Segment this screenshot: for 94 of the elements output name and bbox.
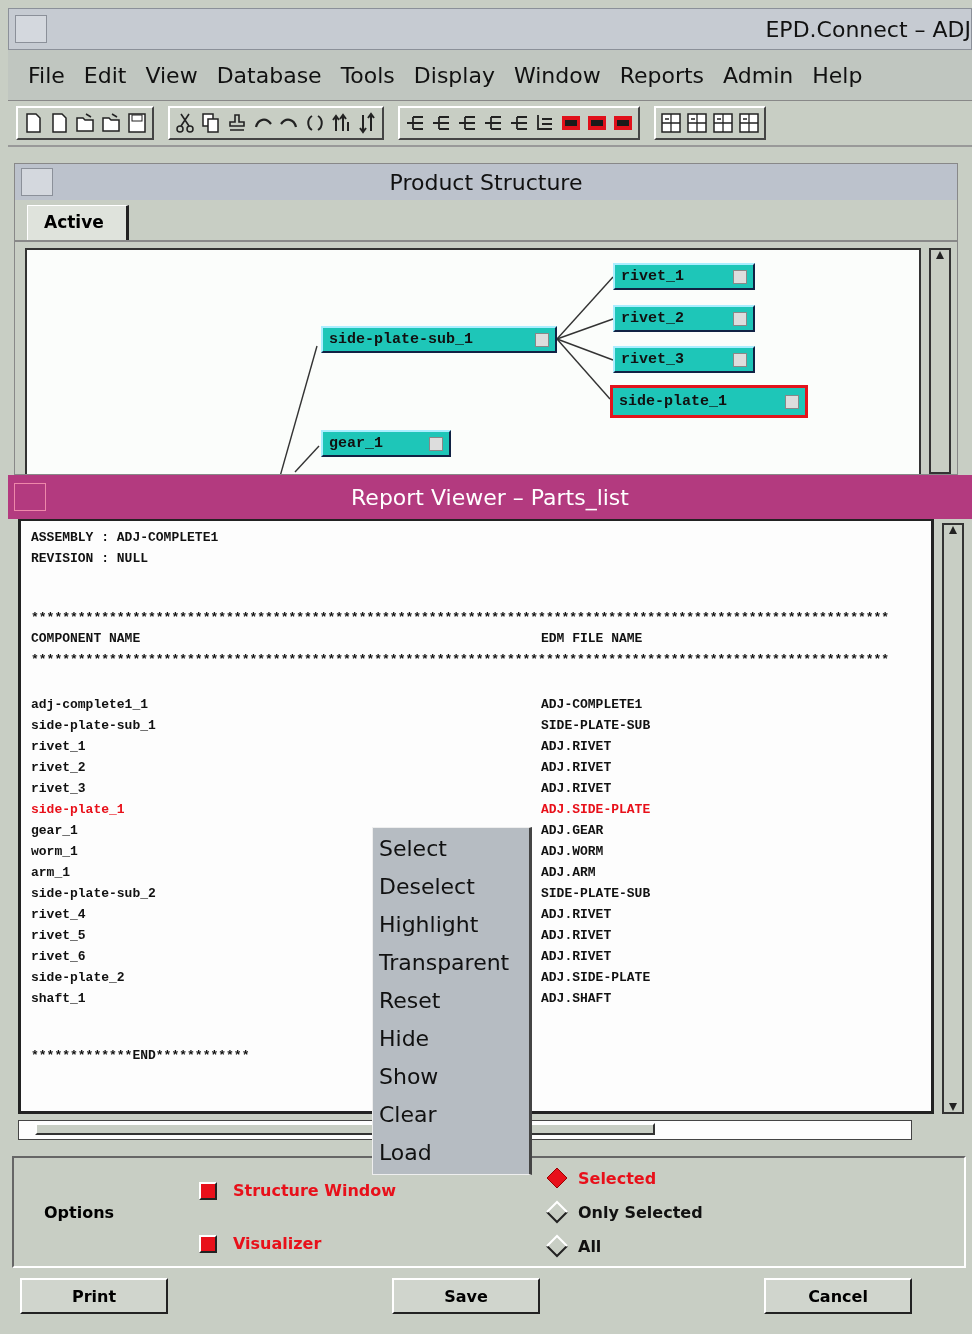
- component-name[interactable]: arm_1: [31, 862, 70, 883]
- dialog-button[interactable]: Cancel: [764, 1278, 912, 1314]
- file-name: SIDE-PLATE-SUB: [541, 717, 651, 735]
- component-name[interactable]: side-plate-sub_2: [31, 883, 156, 904]
- menu-item[interactable]: Clear: [379, 1096, 529, 1134]
- asterisk-rule: **************************************************************************************************************: [31, 651, 891, 669]
- report-title: Report Viewer – Parts_list: [350, 484, 630, 510]
- radio-label: Only Selected: [578, 1202, 703, 1222]
- radio-label: All: [578, 1236, 602, 1256]
- column-header: COMPONENT NAME: [31, 630, 141, 648]
- report-end-line: *************END************: [31, 1048, 250, 1063]
- vertical-scrollbar[interactable]: [942, 523, 964, 1114]
- menu-item[interactable]: Database: [216, 62, 322, 88]
- column-header: EDM FILE NAME: [541, 630, 643, 648]
- file-name: ADJ.RIVET: [541, 906, 612, 924]
- file-name: ADJ.RIVET: [541, 927, 612, 945]
- menu-item[interactable]: Highlight: [379, 906, 529, 944]
- checkbox[interactable]: [199, 1234, 217, 1253]
- menu-item[interactable]: Tools: [340, 62, 395, 88]
- file-name: ADJ.SHAFT: [541, 990, 612, 1008]
- file-name: ADJ.RIVET: [541, 738, 612, 756]
- component-name[interactable]: side-plate_2: [31, 967, 125, 988]
- folder-icon[interactable]: [74, 111, 96, 135]
- grid-icon[interactable]: [712, 111, 734, 135]
- tree-node[interactable]: rivet_2: [613, 305, 755, 332]
- up-arrow-icon[interactable]: [948, 525, 958, 535]
- menu-item[interactable]: Show: [379, 1058, 529, 1096]
- checkbox-label: Visualizer: [233, 1234, 322, 1253]
- checkbox-label: Structure Window: [233, 1181, 397, 1200]
- folder-icon[interactable]: [100, 111, 122, 135]
- sort-icon[interactable]: [356, 111, 378, 135]
- component-name[interactable]: side-plate-sub_1: [31, 715, 156, 736]
- down-arrow-icon[interactable]: [948, 1102, 958, 1112]
- panel-title: Product Structure: [388, 169, 584, 195]
- menu-item[interactable]: Edit: [83, 62, 127, 88]
- component-name[interactable]: rivet_5: [31, 925, 86, 946]
- menu-item[interactable]: Window: [513, 62, 601, 88]
- tree-node[interactable]: gear_1: [321, 430, 451, 457]
- menu-item[interactable]: Display: [413, 62, 495, 88]
- component-name[interactable]: rivet_2: [31, 757, 86, 778]
- radio-button[interactable]: [544, 1200, 570, 1224]
- tree-node[interactable]: side-plate-sub_1: [321, 326, 557, 353]
- component-name[interactable]: gear_1: [31, 820, 78, 841]
- component-name[interactable]: rivet_3: [31, 778, 86, 799]
- file-name: ADJ-COMPLETE1: [541, 696, 643, 714]
- menu-item[interactable]: Reports: [619, 62, 705, 88]
- menu-item[interactable]: Transparent: [379, 944, 529, 982]
- menu-item[interactable]: Help: [812, 62, 863, 88]
- file-name: ADJ.WORM: [541, 843, 604, 861]
- dialog-button[interactable]: Save: [392, 1278, 540, 1314]
- menu-item[interactable]: Select: [379, 830, 529, 868]
- scissors-icon[interactable]: [174, 111, 196, 135]
- file-name: ADJ.RIVET: [541, 948, 612, 966]
- options-label: Options: [43, 1202, 116, 1222]
- component-name[interactable]: side-plate_1: [31, 799, 125, 820]
- tree-node[interactable]: rivet_1: [613, 263, 755, 290]
- file-name: ADJ.ARM: [541, 864, 596, 882]
- component-name[interactable]: rivet_6: [31, 946, 86, 967]
- menu-item[interactable]: View: [145, 62, 198, 88]
- menu-item[interactable]: Hide: [379, 1020, 529, 1058]
- up-arrow-icon[interactable]: [935, 250, 945, 260]
- file-name: ADJ.GEAR: [541, 822, 604, 840]
- grid-icon[interactable]: [660, 111, 682, 135]
- menu-item[interactable]: Load: [379, 1134, 529, 1172]
- file-name: ADJ.RIVET: [541, 759, 612, 777]
- grid-icon[interactable]: [738, 111, 760, 135]
- radio-label: Selected: [578, 1168, 657, 1188]
- grid-icon[interactable]: [686, 111, 708, 135]
- menu-item[interactable]: Reset: [379, 982, 529, 1020]
- file-name: SIDE-PLATE-SUB: [541, 885, 651, 903]
- file-name: ADJ.SIDE-PLATE: [541, 969, 651, 987]
- menu-item[interactable]: Deselect: [379, 868, 529, 906]
- radio-button[interactable]: [544, 1234, 570, 1258]
- radio-button[interactable]: [544, 1166, 570, 1190]
- report-line: ASSEMBLY : ADJ-COMPLETE1: [31, 529, 220, 547]
- menu-item[interactable]: Admin: [723, 62, 794, 88]
- report-line: REVISION : NULL: [31, 550, 150, 568]
- tab[interactable]: Active: [27, 205, 129, 240]
- component-name[interactable]: rivet_4: [31, 904, 86, 925]
- tree-node[interactable]: rivet_3: [613, 346, 755, 373]
- asterisk-rule: **************************************************************************************************************: [31, 609, 891, 627]
- tree-node[interactable]: side-plate_1: [610, 385, 808, 418]
- menu-item[interactable]: File: [28, 62, 65, 88]
- file-name: ADJ.SIDE-PLATE: [541, 801, 651, 819]
- component-name[interactable]: worm_1: [31, 841, 78, 862]
- component-name[interactable]: adj-complete1_1: [31, 694, 149, 715]
- component-name[interactable]: shaft_1: [31, 988, 86, 1009]
- vertical-scrollbar[interactable]: [929, 248, 951, 474]
- copy-icon[interactable]: [200, 111, 222, 135]
- dialog-button[interactable]: Print: [20, 1278, 168, 1314]
- checkbox[interactable]: [199, 1181, 217, 1200]
- window-title: EPD.Connect – ADJ: [765, 16, 971, 42]
- file-name: ADJ.RIVET: [541, 780, 612, 798]
- component-name[interactable]: rivet_1: [31, 736, 86, 757]
